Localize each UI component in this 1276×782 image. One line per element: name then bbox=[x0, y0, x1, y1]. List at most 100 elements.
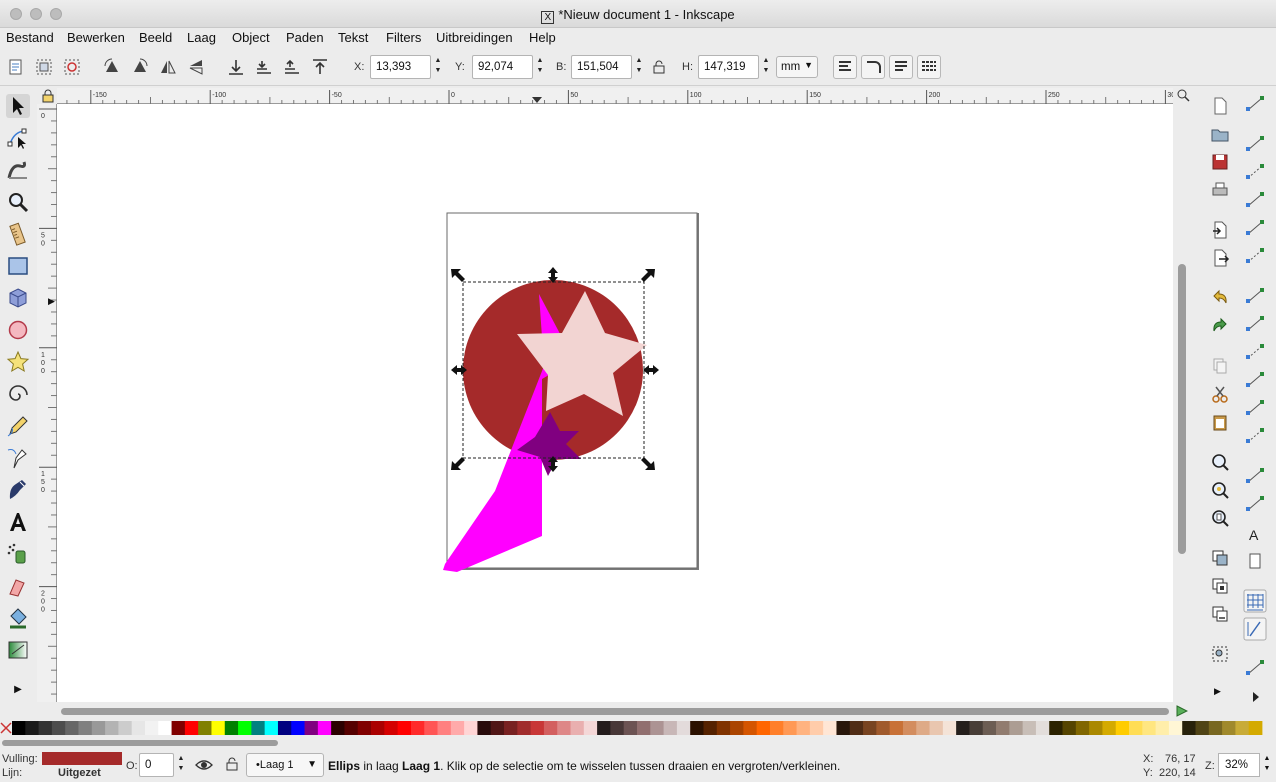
zoom-corner-icon[interactable] bbox=[1176, 88, 1190, 102]
flip-horizontal-icon[interactable] bbox=[158, 57, 178, 77]
palette-swatch[interactable] bbox=[450, 721, 465, 735]
palette-swatch[interactable] bbox=[78, 721, 93, 735]
palette-swatch[interactable] bbox=[809, 721, 824, 735]
pencil-tool[interactable] bbox=[6, 414, 30, 438]
stroke-value[interactable]: Uitgezet bbox=[58, 767, 101, 779]
palette-swatch[interactable] bbox=[610, 721, 625, 735]
palette-swatch[interactable] bbox=[437, 721, 452, 735]
snap-bbox-midpoints-icon[interactable] bbox=[1246, 220, 1264, 235]
palette-swatch[interactable] bbox=[942, 721, 957, 735]
lock-icon[interactable] bbox=[651, 59, 667, 75]
palette-swatch[interactable] bbox=[783, 721, 797, 735]
palette-swatch[interactable] bbox=[91, 721, 106, 735]
copy-icon[interactable] bbox=[1210, 356, 1230, 376]
palette-swatch[interactable] bbox=[1142, 721, 1157, 735]
flip-vertical-icon[interactable] bbox=[186, 57, 206, 77]
y-input[interactable]: 92,074 ▲ ▼ bbox=[472, 55, 543, 79]
snap-cusp-nodes-icon[interactable] bbox=[1246, 372, 1264, 387]
gradient-tool[interactable] bbox=[6, 638, 30, 662]
palette-swatch[interactable] bbox=[1049, 721, 1063, 735]
opacity-stepper[interactable]: ▲ ▼ bbox=[174, 754, 188, 778]
palette-swatch[interactable] bbox=[836, 721, 851, 735]
palette-swatch[interactable] bbox=[663, 721, 678, 735]
scale-corners-toggle[interactable] bbox=[861, 55, 885, 79]
snap-nodes-icon[interactable] bbox=[1246, 288, 1264, 303]
new-document-icon[interactable] bbox=[1210, 96, 1230, 116]
guide-lock-icon[interactable] bbox=[41, 89, 55, 103]
scale-stroke-toggle[interactable] bbox=[833, 55, 857, 79]
palette-swatch[interactable] bbox=[743, 721, 758, 735]
measure-tool[interactable] bbox=[6, 222, 30, 246]
palette-swatch[interactable] bbox=[1115, 721, 1130, 735]
palette-swatch[interactable] bbox=[1022, 721, 1037, 735]
palette-swatch[interactable] bbox=[12, 721, 26, 735]
undo-icon[interactable] bbox=[1210, 288, 1230, 308]
snap-bbox-edges-icon[interactable] bbox=[1246, 164, 1264, 179]
horizontal-scrollbar[interactable] bbox=[57, 704, 1173, 718]
snap-grid-icon[interactable] bbox=[1243, 589, 1267, 613]
palette-swatch[interactable] bbox=[184, 721, 199, 735]
palette-swatch[interactable] bbox=[344, 721, 359, 735]
snap-object-midpoints-icon[interactable] bbox=[1246, 468, 1264, 483]
print-icon[interactable] bbox=[1210, 180, 1230, 200]
palette-swatch[interactable] bbox=[118, 721, 133, 735]
rotate-ccw-icon[interactable] bbox=[102, 57, 122, 77]
palette-swatch[interactable] bbox=[916, 721, 930, 735]
select-all-layers-icon[interactable] bbox=[34, 57, 54, 77]
menu-paden[interactable]: Paden bbox=[286, 30, 324, 45]
palette-swatch[interactable] bbox=[597, 721, 611, 735]
export-icon[interactable] bbox=[1210, 248, 1230, 268]
palette-swatch[interactable] bbox=[703, 721, 718, 735]
palette-swatch[interactable] bbox=[1062, 721, 1077, 735]
move-gradients-toggle[interactable] bbox=[889, 55, 913, 79]
palette-swatch[interactable] bbox=[637, 721, 651, 735]
snap-text-baseline-icon[interactable]: A bbox=[1249, 527, 1259, 543]
palette-swatch[interactable] bbox=[264, 721, 279, 735]
drawing-area[interactable] bbox=[57, 104, 1173, 702]
palette-swatch[interactable] bbox=[1248, 721, 1263, 735]
rectangle-tool[interactable] bbox=[6, 254, 30, 278]
lower-icon[interactable] bbox=[254, 57, 274, 77]
spiral-tool[interactable] bbox=[6, 382, 30, 406]
palette-swatch[interactable] bbox=[1102, 721, 1117, 735]
save-icon[interactable] bbox=[1210, 152, 1230, 172]
snap-guides-icon[interactable] bbox=[1243, 617, 1267, 641]
palette-swatch[interactable] bbox=[384, 721, 399, 735]
width-input[interactable]: 151,504 ▲ ▼ bbox=[571, 55, 642, 79]
palette-swatch[interactable] bbox=[996, 721, 1010, 735]
palette-swatch[interactable] bbox=[570, 721, 585, 735]
palette-swatch[interactable] bbox=[676, 721, 691, 735]
paste-icon[interactable] bbox=[1210, 412, 1230, 432]
palette-swatch[interactable] bbox=[238, 721, 252, 735]
zoom-input[interactable]: 32% ▲ ▼ bbox=[1218, 753, 1270, 777]
snap-page-border-icon[interactable] bbox=[1249, 553, 1261, 569]
palette-swatch[interactable] bbox=[1168, 721, 1183, 735]
palette-swatch[interactable] bbox=[464, 721, 478, 735]
height-input[interactable]: 147,319 ▲ ▼ bbox=[698, 55, 769, 79]
palette-swatch[interactable] bbox=[1235, 721, 1250, 735]
palette-swatch[interactable] bbox=[863, 721, 877, 735]
snap-toggle-icon[interactable] bbox=[1246, 96, 1264, 111]
snap-bbox-corners-icon[interactable] bbox=[1246, 192, 1264, 207]
palette-swatch[interactable] bbox=[650, 721, 664, 735]
snap-rotation-center-icon[interactable] bbox=[1246, 496, 1264, 511]
menu-filters[interactable]: Filters bbox=[386, 30, 421, 45]
palette-swatch[interactable] bbox=[158, 721, 172, 735]
text-tool[interactable] bbox=[6, 510, 30, 534]
palette-swatch[interactable] bbox=[1035, 721, 1050, 735]
y-stepper[interactable]: ▲ ▼ bbox=[533, 56, 547, 80]
palette-swatch[interactable] bbox=[849, 721, 864, 735]
move-patterns-toggle[interactable] bbox=[917, 55, 941, 79]
no-paint-swatch[interactable] bbox=[0, 722, 12, 734]
palette-swatch[interactable] bbox=[1075, 721, 1090, 735]
palette-swatch[interactable] bbox=[224, 721, 239, 735]
palette-swatch[interactable] bbox=[397, 721, 412, 735]
palette-swatch[interactable] bbox=[769, 721, 784, 735]
palette-swatch[interactable] bbox=[1222, 721, 1236, 735]
x-input[interactable]: 13,393 ▲ ▼ bbox=[370, 55, 441, 79]
palette-swatch[interactable] bbox=[876, 721, 891, 735]
palette-swatch[interactable] bbox=[1009, 721, 1024, 735]
import-icon[interactable] bbox=[1210, 220, 1230, 240]
palette-swatch[interactable] bbox=[1182, 721, 1196, 735]
menu-bestand[interactable]: Bestand bbox=[6, 30, 54, 45]
